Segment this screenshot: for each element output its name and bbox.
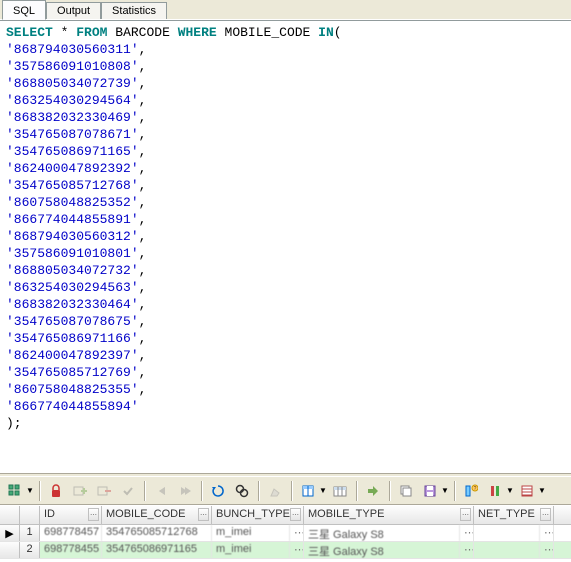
copy-button[interactable]	[395, 480, 417, 502]
last-button[interactable]	[174, 480, 196, 502]
first-button[interactable]	[150, 480, 172, 502]
save-dropdown[interactable]: ▼	[441, 486, 449, 495]
sql-editor[interactable]: SELECT * FROM BARCODE WHERE MOBILE_CODE …	[0, 20, 571, 473]
column-header-bunch-type[interactable]: BUNCH_TYPE⋯	[212, 506, 304, 524]
delete-row-button[interactable]	[93, 480, 115, 502]
table-row[interactable]: 2698778455354765086971165m_imei⋯三星 Galax…	[0, 542, 571, 559]
find-button[interactable]	[231, 480, 253, 502]
toggle-filter-button[interactable]	[484, 480, 506, 502]
lock-button[interactable]	[45, 480, 67, 502]
export-dropdown[interactable]: ▼	[319, 486, 327, 495]
grid-mode-button[interactable]	[4, 480, 26, 502]
detail-view-dropdown[interactable]: ▼	[538, 486, 546, 495]
svg-text:?: ?	[474, 486, 477, 492]
save-button[interactable]	[419, 480, 441, 502]
post-button[interactable]	[117, 480, 139, 502]
detail-view-button[interactable]	[516, 480, 538, 502]
table-row[interactable]: ▶1698778457354765085712768m_imei⋯三星 Gala…	[0, 525, 571, 542]
results-grid[interactable]: ID⋯ MOBILE_CODE⋯ BUNCH_TYPE⋯ MOBILE_TYPE…	[0, 505, 571, 562]
column-header-id[interactable]: ID⋯	[40, 506, 102, 524]
toggle-filter-dropdown[interactable]: ▼	[506, 486, 514, 495]
tab-sql[interactable]: SQL	[2, 0, 46, 20]
clear-button[interactable]	[264, 480, 286, 502]
navigate-button[interactable]	[362, 480, 384, 502]
results-toolbar: ▼ ▼ ▼ ?	[0, 477, 571, 505]
add-row-button[interactable]	[69, 480, 91, 502]
grid-mode-dropdown[interactable]: ▼	[26, 486, 34, 495]
tab-statistics[interactable]: Statistics	[101, 2, 167, 19]
column-header-mobile-type[interactable]: MOBILE_TYPE⋯	[304, 506, 474, 524]
grid-header: ID⋯ MOBILE_CODE⋯ BUNCH_TYPE⋯ MOBILE_TYPE…	[0, 506, 571, 525]
tab-strip: SQL Output Statistics	[0, 0, 571, 20]
tab-output[interactable]: Output	[46, 2, 101, 19]
column-info-button[interactable]: ?	[460, 480, 482, 502]
column-header-net-type[interactable]: NET_TYPE⋯	[474, 506, 554, 524]
export-button[interactable]	[297, 480, 319, 502]
column-header-mobile-code[interactable]: MOBILE_CODE⋯	[102, 506, 212, 524]
export-table-button[interactable]	[329, 480, 351, 502]
refresh-button[interactable]	[207, 480, 229, 502]
